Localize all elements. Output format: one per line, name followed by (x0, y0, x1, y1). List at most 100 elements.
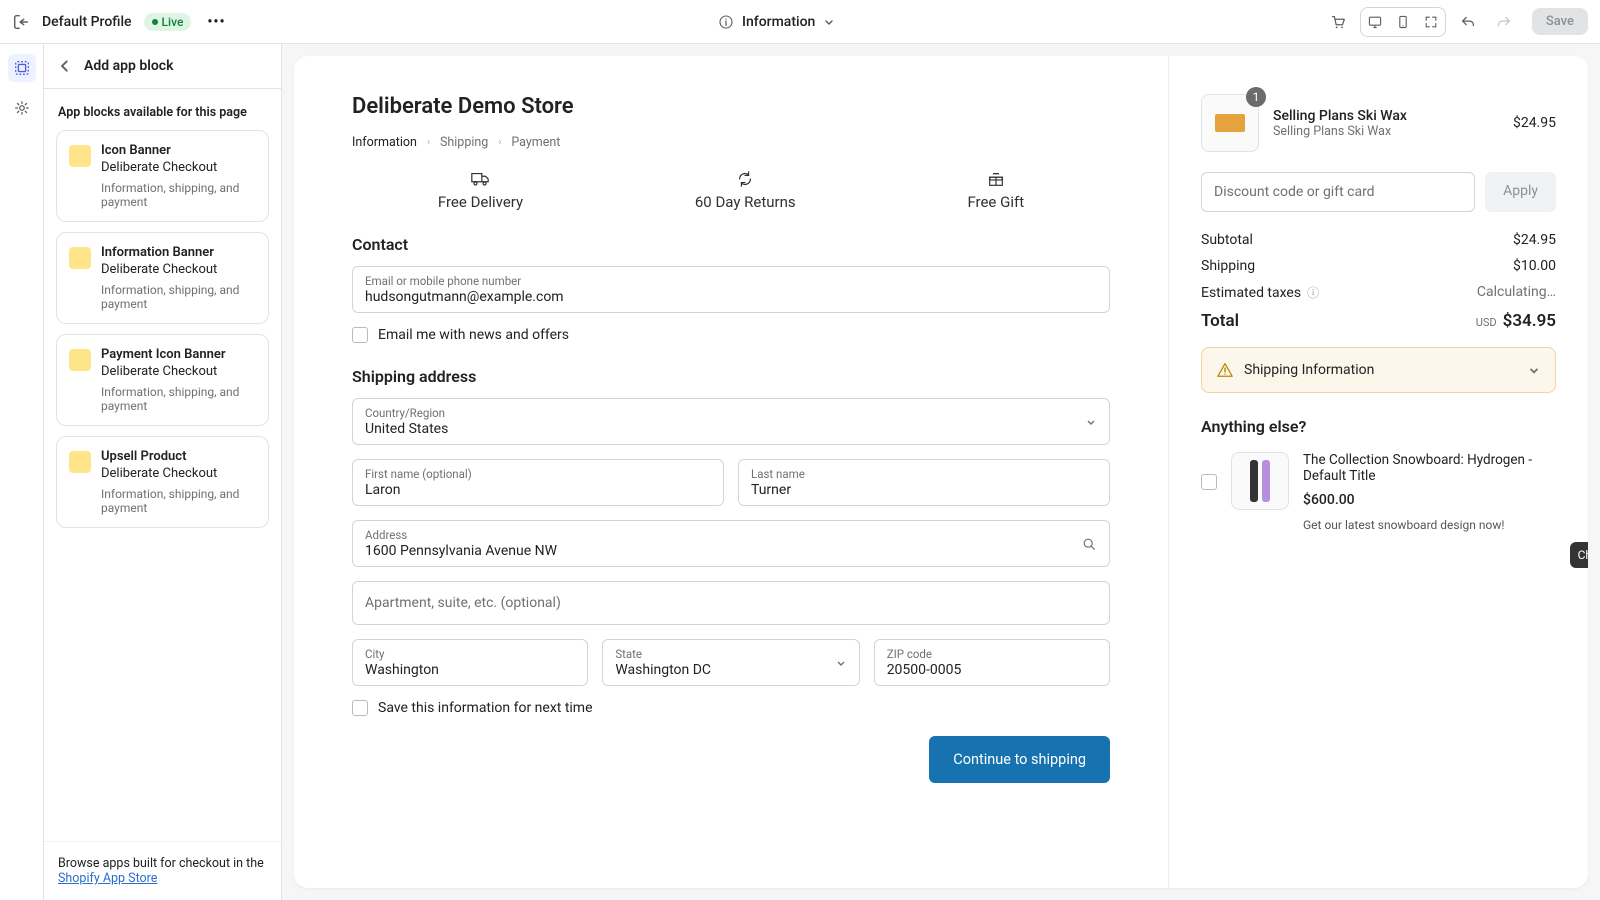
country-select[interactable]: Country/Region United States (352, 398, 1110, 445)
info-icon[interactable]: ⓘ (1304, 286, 1319, 300)
upsell-title: The Collection Snowboard: Hydrogen - Def… (1303, 452, 1556, 484)
feature-label: 60 Day Returns (695, 193, 796, 211)
field-value: 20500-0005 (887, 662, 1097, 678)
field-label: City (365, 647, 575, 661)
undo-icon[interactable] (1454, 8, 1482, 36)
warning-icon (1216, 361, 1234, 379)
sidebar: Add app block App blocks available for t… (44, 44, 282, 900)
chevron-right-icon: › (427, 137, 430, 148)
desktop-view-icon[interactable] (1361, 8, 1389, 36)
sections-rail-icon[interactable] (8, 54, 36, 82)
search-icon[interactable] (1081, 536, 1097, 552)
contact-title: Contact (352, 235, 1110, 254)
feature-returns: 60 Day Returns (695, 170, 796, 211)
block-name: Payment Icon Banner (101, 347, 256, 362)
chevron-down-icon (823, 16, 835, 28)
left-rail (0, 44, 44, 900)
chevron-down-icon (1085, 416, 1097, 428)
block-name: Upsell Product (101, 449, 256, 464)
field-value: hudsongutmann@example.com (365, 289, 1097, 305)
block-provider: Deliberate Checkout (101, 262, 256, 277)
redo-icon[interactable] (1490, 8, 1518, 36)
truck-icon (470, 170, 490, 188)
block-name: Icon Banner (101, 143, 256, 158)
field-value: 1600 Pennsylvania Avenue NW (365, 543, 1097, 559)
fullscreen-view-icon[interactable] (1417, 8, 1445, 36)
upsell-checkbox[interactable] (1201, 474, 1217, 490)
total-value: $34.95 (1503, 311, 1556, 331)
news-label: Email me with news and offers (378, 327, 569, 343)
app-block-payment-icon-banner[interactable]: Payment Icon Banner Deliberate Checkout … (56, 334, 269, 426)
shipping-value: $10.00 (1513, 258, 1556, 274)
feature-gift: Free Gift (967, 170, 1024, 211)
more-menu-icon[interactable]: ••• (203, 12, 229, 32)
app-block-upsell-product[interactable]: Upsell Product Deliberate Checkout Infor… (56, 436, 269, 528)
mobile-view-icon[interactable] (1389, 8, 1417, 36)
feature-free-delivery: Free Delivery (438, 170, 523, 211)
state-select[interactable]: State Washington DC (602, 639, 859, 686)
settings-rail-icon[interactable] (8, 94, 36, 122)
upsell-price: $600.00 (1303, 492, 1556, 508)
store-name: Deliberate Demo Store (352, 94, 1110, 119)
cart-item: 1 Selling Plans Ski Wax Selling Plans Sk… (1201, 94, 1556, 152)
anything-else-title: Anything else? (1201, 417, 1556, 436)
cart-item-variant: Selling Plans Ski Wax (1273, 124, 1499, 139)
block-sub: Information, shipping, and payment (101, 181, 256, 209)
field-value: Turner (751, 482, 1097, 498)
preview-canvas: Deliberate Demo Store Information › Ship… (282, 44, 1600, 900)
save-info-label: Save this information for next time (378, 700, 593, 716)
subtotal-value: $24.95 (1513, 232, 1556, 248)
exit-editor-icon[interactable] (12, 13, 30, 31)
app-block-information-banner[interactable]: Information Banner Deliberate Checkout I… (56, 232, 269, 324)
save-button: Save (1532, 8, 1588, 35)
field-label: State (615, 647, 846, 661)
chevron-right-icon: › (498, 137, 501, 148)
zip-field[interactable]: ZIP code 20500-0005 (874, 639, 1110, 686)
tax-value: Calculating… (1477, 284, 1556, 301)
shipping-label: Shipping (1201, 258, 1255, 274)
shipping-info-banner[interactable]: Shipping Information (1201, 347, 1556, 393)
feature-label: Free Delivery (438, 193, 523, 211)
block-provider: Deliberate Checkout (101, 466, 256, 481)
block-sub: Information, shipping, and payment (101, 283, 256, 311)
first-name-field[interactable]: First name (optional) Laron (352, 459, 724, 506)
topbar: Default Profile Live ••• Information Sav… (0, 0, 1600, 44)
field-label: ZIP code (887, 647, 1097, 661)
cart-thumbnail: 1 (1201, 94, 1259, 152)
feature-label: Free Gift (967, 193, 1024, 211)
live-badge: Live (144, 13, 192, 31)
chat-widget[interactable]: Ch (1570, 542, 1588, 568)
crumb-information[interactable]: Information (352, 135, 417, 150)
field-label: First name (optional) (365, 467, 711, 481)
sidebar-subtitle: App blocks available for this page (44, 89, 281, 130)
order-summary: 1 Selling Plans Ski Wax Selling Plans Sk… (1168, 56, 1588, 888)
cart-icon[interactable] (1324, 8, 1352, 36)
crumb-payment: Payment (511, 135, 560, 150)
gift-icon (987, 170, 1005, 188)
address-field[interactable]: Address 1600 Pennsylvania Avenue NW (352, 520, 1110, 567)
page-selector-label: Information (742, 14, 815, 30)
field-value: Washington (365, 662, 575, 678)
continue-button[interactable]: Continue to shipping (929, 736, 1110, 783)
field-placeholder: Apartment, suite, etc. (optional) (365, 595, 561, 611)
app-block-icon-banner[interactable]: Icon Banner Deliberate Checkout Informat… (56, 130, 269, 222)
block-app-icon (69, 247, 91, 269)
page-selector[interactable]: Information (718, 14, 835, 30)
discount-input[interactable]: Discount code or gift card (1201, 172, 1475, 212)
profile-name: Default Profile (42, 14, 132, 30)
city-field[interactable]: City Washington (352, 639, 588, 686)
back-icon[interactable] (58, 59, 72, 73)
apartment-field[interactable]: Apartment, suite, etc. (optional) (352, 581, 1110, 625)
field-label: Last name (751, 467, 1097, 481)
email-field[interactable]: Email or mobile phone number hudsongutma… (352, 266, 1110, 313)
sidebar-footer: Browse apps built for checkout in the Sh… (44, 841, 281, 900)
cart-qty-badge: 1 (1246, 87, 1266, 107)
block-provider: Deliberate Checkout (101, 160, 256, 175)
upsell-desc: Get our latest snowboard design now! (1303, 518, 1556, 532)
sidebar-title: Add app block (84, 58, 173, 74)
app-store-link[interactable]: Shopify App Store (58, 871, 157, 886)
last-name-field[interactable]: Last name Turner (738, 459, 1110, 506)
news-checkbox[interactable] (352, 327, 368, 343)
save-info-checkbox[interactable] (352, 700, 368, 716)
viewport-switcher (1360, 7, 1446, 37)
